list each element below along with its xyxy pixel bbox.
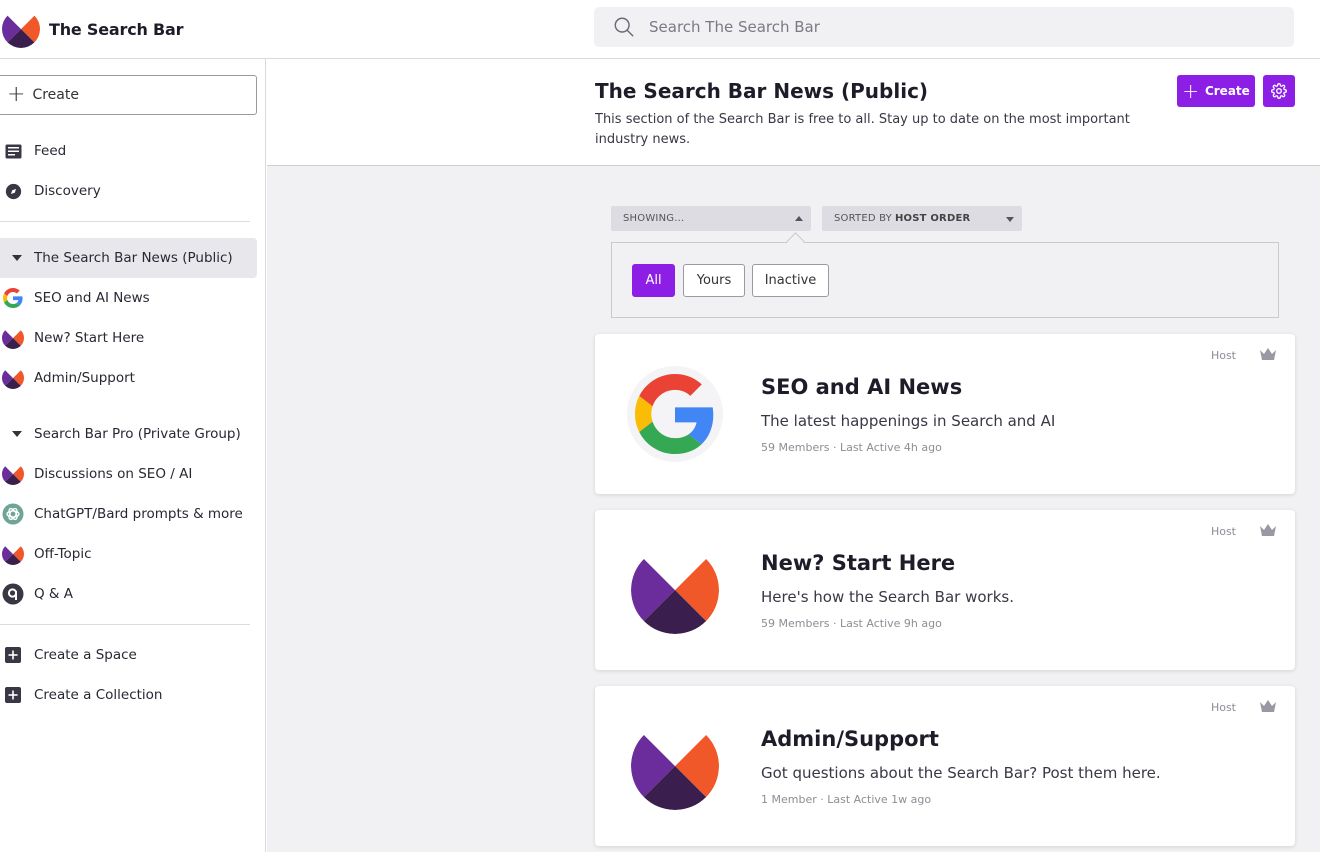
top-bar: The Search Bar <box>0 0 1320 59</box>
sidebar-group-label: Search Bar Pro (Private Group) <box>34 426 241 442</box>
caret-down-icon <box>2 247 24 269</box>
sidebar: + Create Feed Discovery The Search Bar N… <box>0 59 266 852</box>
header-create-button[interactable]: + Create <box>1177 75 1255 107</box>
filter-inactive-button[interactable]: Inactive <box>752 264 829 297</box>
sidebar-item-label: Create a Collection <box>34 687 163 703</box>
sidebar-item-label: Discussions on SEO / AI <box>34 466 193 482</box>
caret-up-icon <box>795 216 803 221</box>
app-name: The Search Bar <box>49 19 184 39</box>
header-create-label: Create <box>1204 84 1250 98</box>
sidebar-item-label: Off-Topic <box>34 546 92 562</box>
filter-yours-button[interactable]: Yours <box>683 264 745 297</box>
sidebar-create-button[interactable]: + Create <box>0 75 257 115</box>
sidebar-item-discovery[interactable]: Discovery <box>0 171 257 211</box>
search-bar-logo-icon <box>2 543 24 565</box>
google-icon <box>2 287 24 309</box>
sidebar-item-create-collection[interactable]: Create a Collection <box>0 675 257 715</box>
sidebar-divider <box>0 221 250 222</box>
sidebar-item-admin-support[interactable]: Admin/Support <box>0 358 257 398</box>
sidebar-item-label: Discovery <box>34 183 101 199</box>
host-badge: Host <box>1210 701 1236 714</box>
page-title: The Search Bar News (Public) <box>595 79 929 103</box>
space-card-title: New? Start Here <box>761 551 956 575</box>
sidebar-group-label: The Search Bar News (Public) <box>34 250 233 266</box>
space-card-title: SEO and AI News <box>761 375 963 399</box>
space-avatar <box>627 366 723 462</box>
space-card-meta: 59 Members · Last Active 9h ago <box>761 617 942 630</box>
plus-square-icon <box>2 644 24 666</box>
space-card-meta: 1 Member · Last Active 1w ago <box>761 793 932 806</box>
sidebar-item-label: ChatGPT/Bard prompts & more <box>34 506 243 522</box>
sidebar-item-label: Feed <box>34 143 67 159</box>
sort-prefix: SORTED BY <box>834 213 892 224</box>
crown-icon <box>1260 700 1276 712</box>
space-card-description: The latest happenings in Search and AI <box>761 412 1056 430</box>
filter-all-button[interactable]: All <box>632 264 675 297</box>
sidebar-item-feed[interactable]: Feed <box>0 131 257 171</box>
main-content: The Search Bar News (Public) This sectio… <box>267 59 1320 852</box>
feed-icon <box>2 140 24 162</box>
sidebar-item-label: SEO and AI News <box>34 290 150 306</box>
crown-icon <box>1260 524 1276 536</box>
sort-value: HOST ORDER <box>894 213 971 224</box>
space-card-description: Here's how the Search Bar works. <box>761 588 1014 606</box>
sidebar-item-label: Create a Space <box>34 647 137 663</box>
sidebar-item-seo-ai-news[interactable]: SEO and AI News <box>0 278 257 318</box>
sidebar-item-off-topic[interactable]: Off-Topic <box>0 534 257 574</box>
openai-icon <box>2 503 24 525</box>
space-card-seo-ai-news[interactable]: Host SEO and AI News The latest happenin… <box>595 334 1295 494</box>
sidebar-group-news[interactable]: The Search Bar News (Public) <box>0 238 257 278</box>
sidebar-create-label: Create <box>32 87 79 103</box>
sidebar-item-label: Admin/Support <box>34 370 135 386</box>
caret-down-icon <box>1006 217 1014 222</box>
compass-icon <box>2 180 24 202</box>
space-card-start-here[interactable]: Host New? Start Here Here's how the Sear… <box>595 510 1295 670</box>
settings-button[interactable] <box>1263 75 1295 107</box>
sidebar-item-create-space[interactable]: Create a Space <box>0 635 257 675</box>
search-bar-logo-icon <box>2 10 40 48</box>
showing-label: SHOWING... <box>623 213 685 224</box>
brand[interactable]: The Search Bar <box>2 10 184 48</box>
crown-icon <box>1260 348 1276 360</box>
caret-down-icon <box>2 423 24 445</box>
gear-icon <box>1271 83 1287 99</box>
sidebar-item-label: Q & A <box>34 586 73 602</box>
showing-dropdown[interactable]: SHOWING... <box>611 206 811 231</box>
space-card-description: Got questions about the Search Bar? Post… <box>761 764 1161 782</box>
page-description: This section of the Search Bar is free t… <box>595 112 1130 147</box>
search-bar-logo-icon <box>631 722 719 810</box>
sidebar-group-pro[interactable]: Search Bar Pro (Private Group) <box>0 414 257 454</box>
plus-icon: + <box>1182 79 1199 103</box>
sidebar-divider <box>0 624 250 625</box>
host-badge: Host <box>1210 525 1236 538</box>
plus-icon: + <box>7 82 26 107</box>
search-bar-logo-icon <box>2 327 24 349</box>
space-header: The Search Bar News (Public) This sectio… <box>267 59 1320 166</box>
sort-dropdown[interactable]: SORTED BY HOST ORDER <box>822 206 1022 231</box>
sidebar-item-chatgpt[interactable]: ChatGPT/Bard prompts & more <box>0 494 257 534</box>
google-logo-icon <box>635 374 715 454</box>
search-bar-logo-icon <box>2 367 24 389</box>
space-card-meta: 59 Members · Last Active 4h ago <box>761 441 942 454</box>
space-card-admin-support[interactable]: Host Admin/Support Got questions about t… <box>595 686 1295 846</box>
plus-square-icon <box>2 684 24 706</box>
sidebar-item-discussions[interactable]: Discussions on SEO / AI <box>0 454 257 494</box>
host-badge: Host <box>1210 349 1236 362</box>
q-icon <box>2 583 24 605</box>
sidebar-item-q-and-a[interactable]: Q & A <box>0 574 257 614</box>
search-input[interactable] <box>649 18 1249 36</box>
search-bar-logo-icon <box>2 463 24 485</box>
space-card-title: Admin/Support <box>761 727 939 751</box>
search-icon <box>614 17 634 37</box>
sidebar-item-start-here[interactable]: New? Start Here <box>0 318 257 358</box>
search-bar[interactable] <box>594 7 1294 47</box>
filter-panel: All Yours Inactive <box>611 242 1279 318</box>
sidebar-item-label: New? Start Here <box>34 330 145 346</box>
search-bar-logo-icon <box>631 546 719 634</box>
